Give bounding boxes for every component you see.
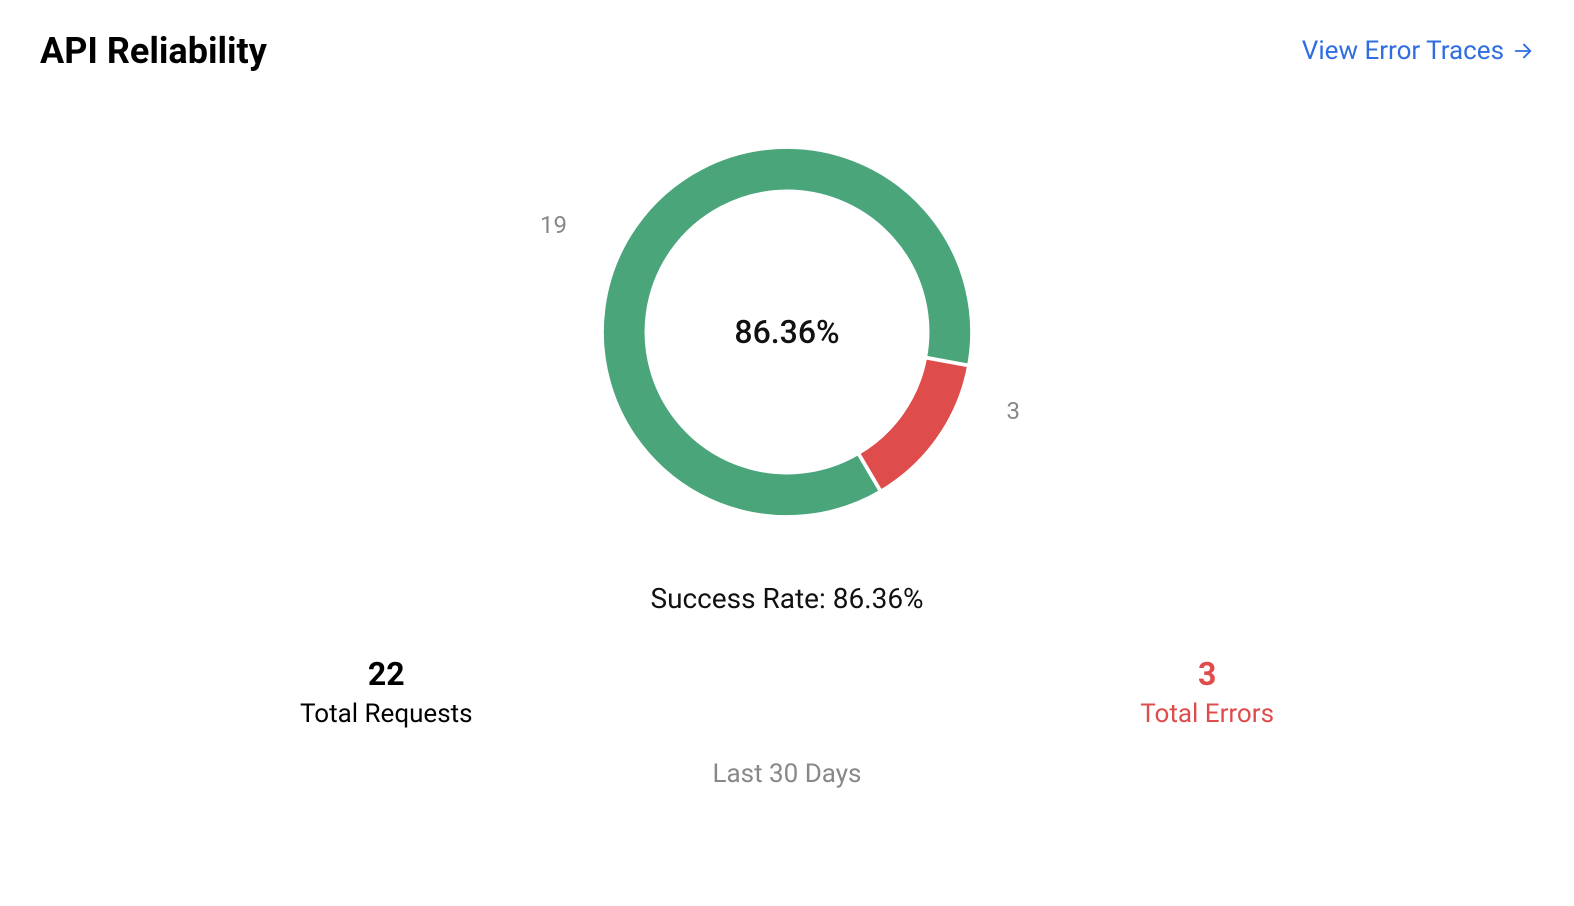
stats-row: 22 Total Requests 3 Total Errors [40, 655, 1534, 729]
stat-label-errors: Total Errors [1140, 699, 1274, 729]
stat-value-errors: 3 [1140, 655, 1274, 693]
slice-label-success: 19 [540, 211, 567, 239]
donut-slice-error [858, 358, 969, 492]
page-title: API Reliability [40, 30, 267, 72]
slice-label-error: 3 [1007, 397, 1021, 425]
donut-center-label: 86.36% [734, 313, 839, 351]
stat-total-requests: 22 Total Requests [300, 655, 473, 729]
stat-label-requests: Total Requests [300, 699, 473, 729]
header: API Reliability View Error Traces [40, 30, 1534, 72]
view-error-traces-link[interactable]: View Error Traces [1302, 36, 1534, 66]
success-rate-text: Success Rate: 86.36% [40, 582, 1534, 615]
stat-total-errors: 3 Total Errors [1140, 655, 1274, 729]
arrow-right-icon [1512, 40, 1534, 62]
stat-value-requests: 22 [300, 655, 473, 693]
donut-chart: 86.36% 19 3 [602, 147, 972, 517]
footer-period: Last 30 Days [40, 759, 1534, 789]
link-label: View Error Traces [1302, 36, 1504, 66]
donut-chart-area: 86.36% 19 3 [40, 132, 1534, 532]
